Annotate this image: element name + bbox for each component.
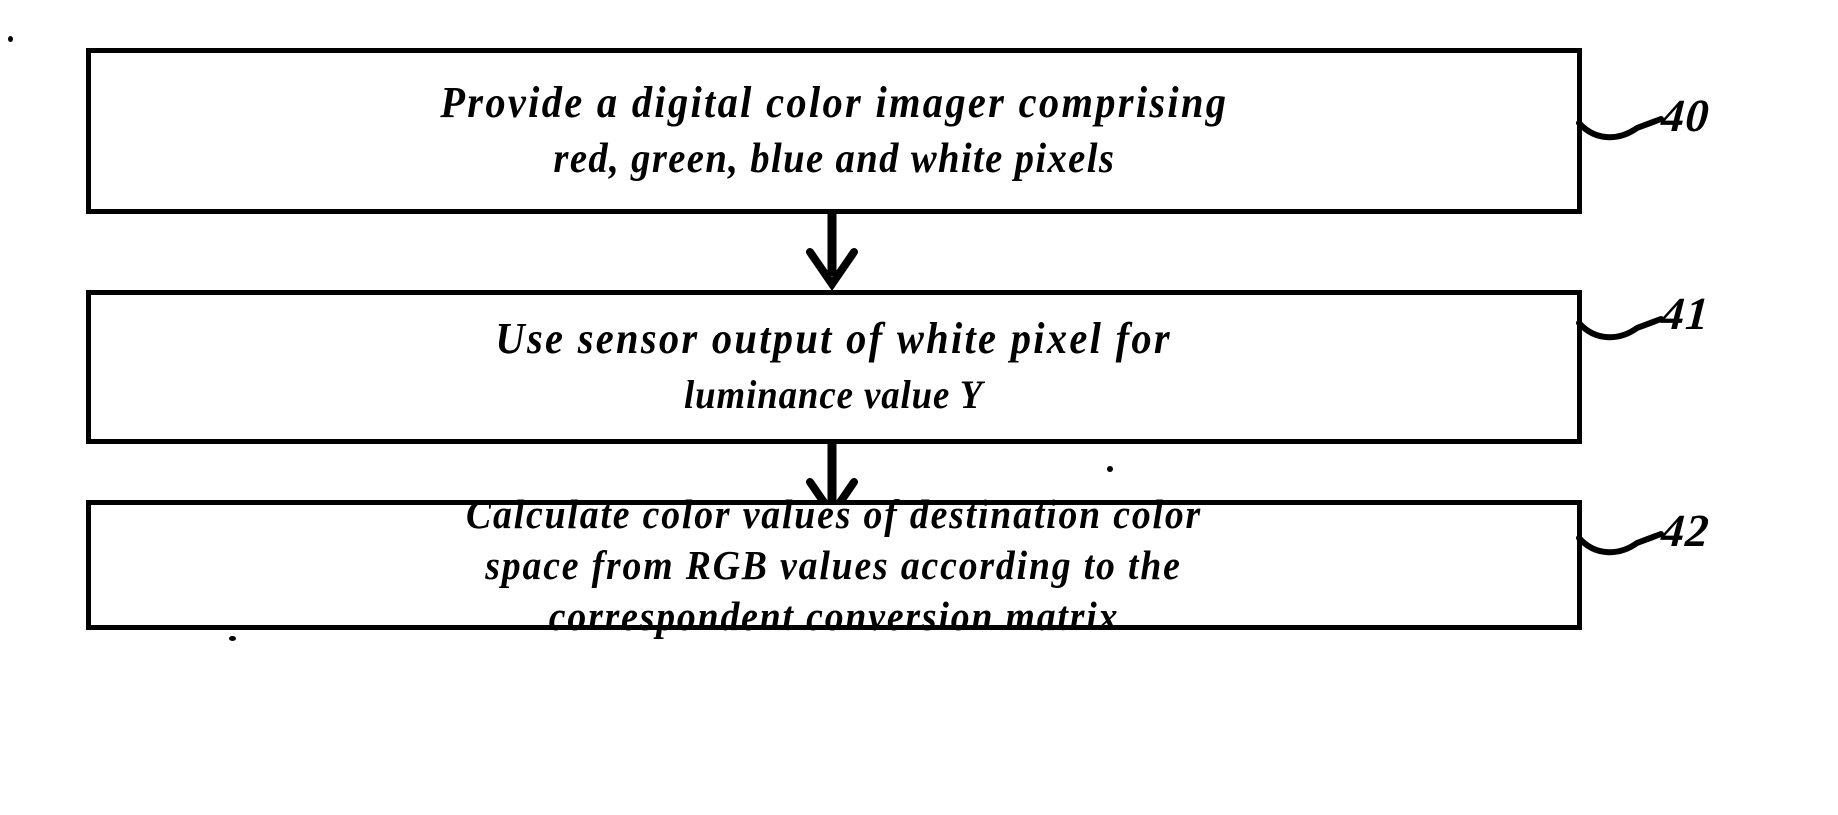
- scan-speck: [8, 36, 13, 42]
- process-box-40-line-1: Provide a digital color imager comprisin…: [439, 78, 1229, 127]
- scan-speck: [1107, 466, 1113, 472]
- scan-speck: [229, 636, 236, 641]
- process-box-42-line-3: correspondent conversion matrix: [548, 592, 1120, 639]
- process-box-40: Provide a digital color imager comprisin…: [86, 48, 1582, 214]
- arrow-40-to-41: [800, 210, 870, 292]
- process-box-41-line-2: luminance value Y: [684, 372, 984, 417]
- process-box-42-line-1: Calculate color values of destination co…: [465, 490, 1203, 537]
- reference-numeral-41: 41: [1659, 288, 1712, 339]
- process-box-42: Calculate color values of destination co…: [86, 491, 1582, 639]
- process-box-41: Use sensor output of white pixel for lum…: [86, 290, 1582, 444]
- patent-flowchart-figure: Provide a digital color imager comprisin…: [0, 0, 1838, 815]
- process-box-42-line-2: space from RGB values according to the: [485, 541, 1183, 588]
- reference-numeral-40: 40: [1659, 90, 1712, 141]
- reference-numeral-42: 42: [1659, 505, 1712, 556]
- process-box-40-line-2: red, green, blue and white pixels: [553, 136, 1115, 182]
- process-box-41-line-1: Use sensor output of white pixel for: [495, 314, 1173, 363]
